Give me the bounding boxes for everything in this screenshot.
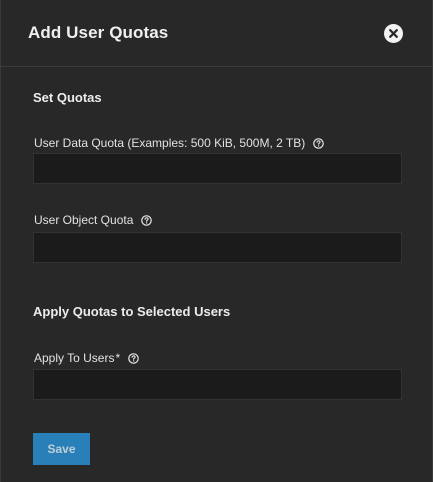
user-data-quota-label-text: User Data Quota (Examples: 500 KiB, 500M… (34, 136, 306, 150)
required-marker: * (115, 351, 121, 365)
dialog-header: Add User Quotas (1, 0, 432, 67)
user-data-quota-input[interactable] (33, 153, 402, 184)
save-button[interactable]: Save (33, 433, 90, 465)
apply-quotas-heading: Apply Quotas to Selected Users (33, 304, 231, 319)
help-icon[interactable] (141, 214, 153, 226)
user-object-quota-label-text: User Object Quota (34, 213, 134, 227)
help-icon[interactable] (313, 137, 325, 149)
apply-to-users-label: Apply To Users * (34, 351, 139, 365)
close-button[interactable] (384, 24, 403, 43)
user-data-quota-label: User Data Quota (Examples: 500 KiB, 500M… (34, 136, 325, 150)
user-object-quota-label: User Object Quota (34, 213, 153, 227)
close-icon (389, 29, 398, 38)
apply-to-users-input[interactable] (33, 369, 402, 400)
apply-to-users-label-text: Apply To Users (34, 351, 115, 365)
add-user-quotas-dialog: Add User Quotas Set Quotas User Data Quo… (0, 0, 433, 482)
set-quotas-heading: Set Quotas (33, 90, 102, 105)
help-icon[interactable] (128, 352, 139, 364)
user-object-quota-input[interactable] (33, 232, 402, 263)
dialog-title: Add User Quotas (28, 23, 169, 42)
